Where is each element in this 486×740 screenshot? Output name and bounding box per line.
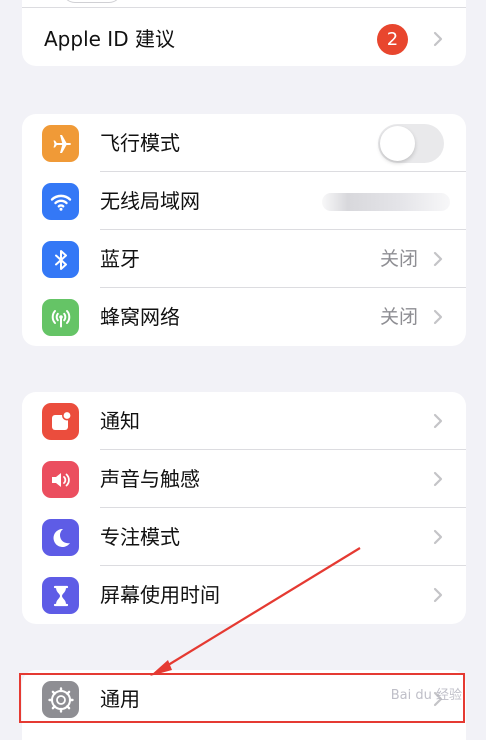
cellular-label: 蜂窝网络 <box>100 305 180 329</box>
cellular-row[interactable]: 蜂窝网络 关闭 <box>22 288 466 346</box>
bluetooth-icon <box>42 241 79 278</box>
chevron-right-icon <box>433 413 443 429</box>
screen-time-row[interactable]: 屏幕使用时间 <box>22 566 466 624</box>
wifi-icon <box>42 183 79 220</box>
chevron-right-icon <box>433 31 443 47</box>
top-partial-avatar-frame <box>62 0 122 3</box>
top-separator <box>22 7 466 8</box>
sounds-row[interactable]: 声音与触感 <box>22 450 466 508</box>
bluetooth-label: 蓝牙 <box>100 247 140 271</box>
wifi-network-name-blurred <box>322 193 450 211</box>
bluetooth-status: 关闭 <box>379 248 418 270</box>
focus-row[interactable]: 专注模式 <box>22 508 466 566</box>
moon-icon <box>42 519 79 556</box>
antenna-icon <box>42 299 79 336</box>
speaker-icon <box>42 461 79 498</box>
cellular-status: 关闭 <box>379 306 418 328</box>
connectivity-group: 飞行模式 无线局域网 蓝牙 关闭 蜂窝网络 关闭 <box>22 114 466 346</box>
notification-badge: 2 <box>377 24 408 55</box>
chevron-right-icon <box>433 587 443 603</box>
airplane-mode-row[interactable]: 飞行模式 <box>22 114 466 172</box>
bell-icon <box>42 403 79 440</box>
chevron-right-icon <box>433 251 443 267</box>
wifi-label: 无线局域网 <box>100 189 200 213</box>
watermark: Bai du 经验 <box>390 688 462 703</box>
bluetooth-row[interactable]: 蓝牙 关闭 <box>22 230 466 288</box>
focus-label: 专注模式 <box>100 525 180 549</box>
hourglass-icon <box>42 577 79 614</box>
wifi-row[interactable]: 无线局域网 <box>22 172 466 230</box>
notifications-row[interactable]: 通知 <box>22 392 466 450</box>
notifications-label: 通知 <box>100 409 140 433</box>
apple-id-group: Apple ID 建议 2 <box>22 0 466 66</box>
apple-id-suggestions-label: Apple ID 建议 <box>44 27 175 51</box>
chevron-right-icon <box>433 529 443 545</box>
chevron-right-icon <box>433 309 443 325</box>
toggle-knob <box>380 126 415 161</box>
apple-id-suggestions-row[interactable]: Apple ID 建议 2 <box>22 10 466 66</box>
chevron-right-icon <box>433 471 443 487</box>
airplane-icon <box>42 125 79 162</box>
sounds-label: 声音与触感 <box>100 467 200 491</box>
notifications-group: 通知 声音与触感 专注模式 屏幕使用时间 <box>22 392 466 624</box>
airplane-mode-toggle[interactable] <box>378 124 444 163</box>
airplane-mode-label: 飞行模式 <box>100 131 180 155</box>
screen-time-label: 屏幕使用时间 <box>100 583 220 607</box>
